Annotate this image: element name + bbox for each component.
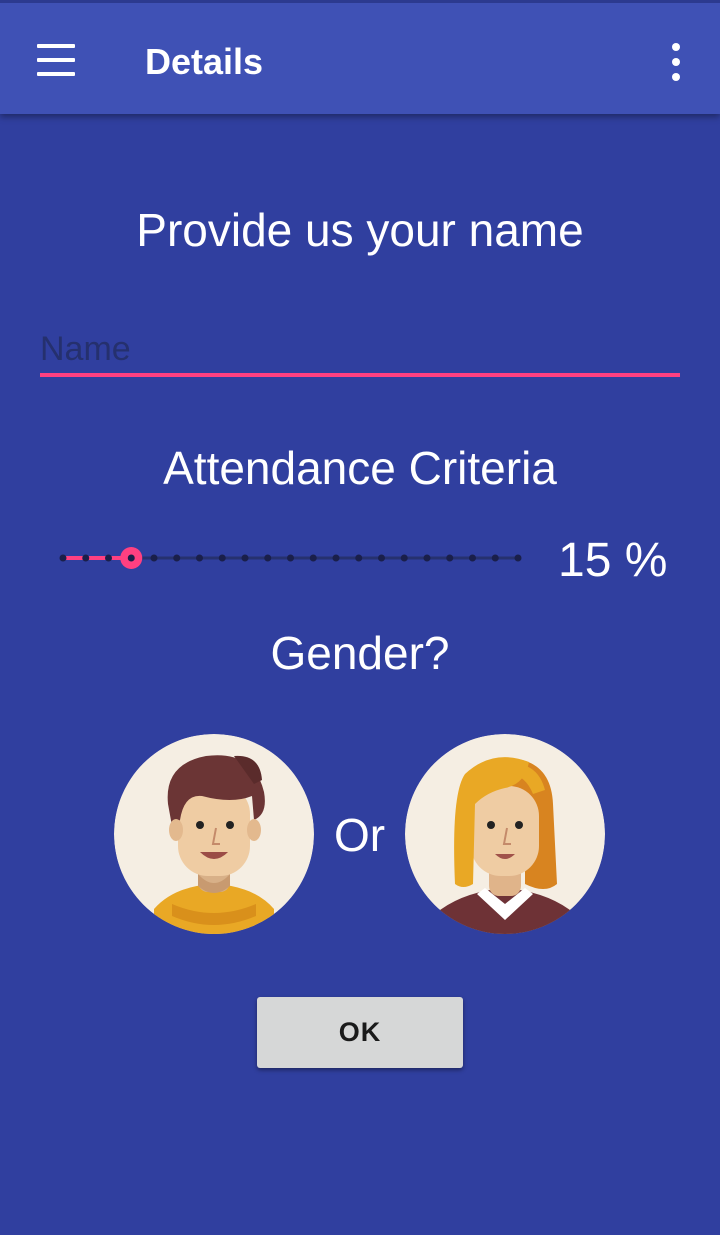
slider-tick [196, 554, 203, 562]
hamburger-menu-icon[interactable] [37, 44, 75, 76]
gender-heading: Gender? [270, 627, 450, 679]
slider-tick [82, 554, 90, 562]
slider-tick [264, 554, 272, 562]
slider-tick [423, 554, 431, 562]
name-input[interactable] [40, 325, 680, 377]
slider-tick [332, 554, 340, 562]
ok-button[interactable]: OK [257, 997, 463, 1068]
app-bar: Details [0, 0, 720, 114]
or-label: Or [334, 809, 386, 861]
slider-tick [469, 554, 476, 562]
slider-tick [287, 554, 294, 562]
slider-tick [105, 554, 112, 562]
attendance-heading: Attendance Criteria [163, 442, 557, 494]
slider-tick [491, 554, 499, 562]
slider-tick [241, 554, 249, 562]
slider-tick [150, 554, 158, 562]
slider-tick [309, 554, 317, 562]
attendance-value-label: 15 % [558, 534, 668, 587]
male-avatar-icon[interactable] [114, 734, 314, 934]
more-vert-icon[interactable] [664, 41, 688, 85]
slider-tick [378, 554, 385, 562]
slider-tick [446, 554, 454, 562]
slider-tick [218, 554, 226, 562]
page-title: Details [145, 41, 264, 82]
slider-tick [173, 554, 181, 562]
slider-thumb-tick [127, 554, 135, 562]
slider-tick [514, 554, 522, 562]
name-heading: Provide us your name [136, 204, 584, 256]
slider-tick [355, 554, 363, 562]
slider-tick [59, 554, 67, 562]
slider-track [59, 547, 522, 569]
attendance-slider[interactable] [55, 540, 530, 576]
slider-tick [400, 554, 408, 562]
female-avatar-icon[interactable] [405, 734, 605, 934]
